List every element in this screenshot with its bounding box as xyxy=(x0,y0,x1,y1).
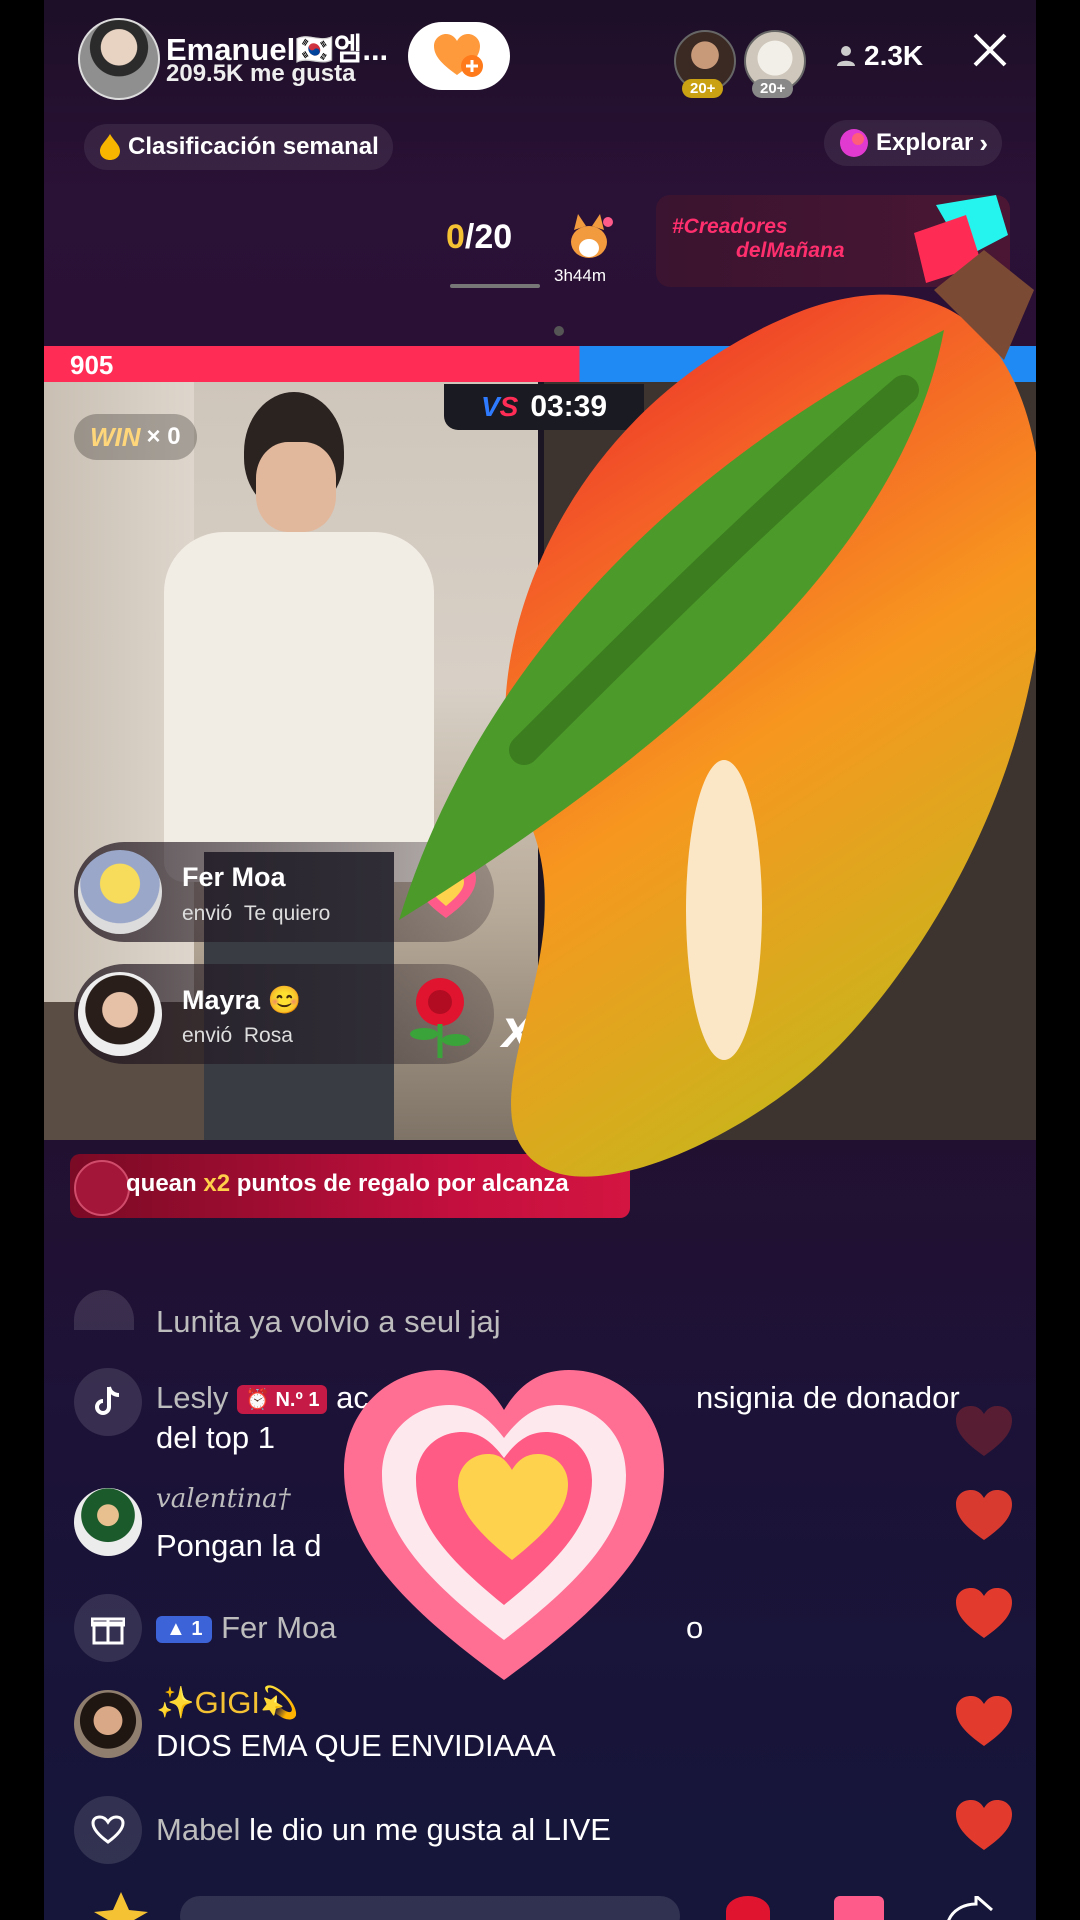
flame-icon xyxy=(100,134,120,160)
floating-heart-icon xyxy=(956,1800,1012,1850)
tiktok-icon[interactable] xyxy=(74,1368,142,1436)
gift-button[interactable] xyxy=(834,1896,884,1920)
battle-score-left: 905 xyxy=(70,350,114,380)
chat-message: Lunita ya volvio a seul jaj xyxy=(156,1304,501,1339)
host-avatar[interactable] xyxy=(78,18,160,100)
gift-description: envió Rosa xyxy=(182,1024,293,1047)
live-stage: Emanuel🇰🇷엠... 209.5K me gusta 20+ 20+ 2.… xyxy=(44,0,1036,1920)
chat-avatar[interactable] xyxy=(74,1290,134,1330)
viewer-badge: 20+ xyxy=(752,79,794,98)
mango-gift-animation xyxy=(399,250,1036,1177)
gift-box-icon[interactable] xyxy=(74,1594,142,1662)
heart-plus-icon xyxy=(434,34,483,77)
person-icon xyxy=(837,46,855,66)
follow-button[interactable] xyxy=(408,22,510,90)
chat-message: DIOS EMA QUE ENVIDIAAA xyxy=(156,1728,556,1763)
heart-outline-icon[interactable] xyxy=(74,1796,142,1864)
chat-avatar[interactable] xyxy=(74,1488,142,1556)
win-label: WIN xyxy=(90,421,141,452)
floating-heart-icon xyxy=(956,1696,1012,1746)
weekly-ranking-label: Clasificación semanal xyxy=(128,133,379,160)
close-icon[interactable] xyxy=(970,30,1010,70)
gift-sender-name: Fer Moa xyxy=(182,862,286,892)
gift-sender-avatar[interactable] xyxy=(78,972,162,1056)
chat-message-fragment: o xyxy=(686,1610,704,1645)
chat-avatar[interactable] xyxy=(74,1690,142,1758)
top-viewer-avatar[interactable]: 20+ xyxy=(674,30,736,98)
win-count: × 0 xyxy=(146,423,181,450)
explore-button[interactable]: Explorar › xyxy=(824,120,1003,166)
gift-description: envió Te quiero xyxy=(182,902,331,925)
top-donor-badge: ⏰ N.º 1 xyxy=(237,1385,328,1415)
host-likes: 209.5K me gusta xyxy=(166,60,356,87)
chat-username: valentina† xyxy=(156,1484,291,1514)
comment-input[interactable] xyxy=(180,1896,680,1920)
banner-avatar xyxy=(74,1160,130,1216)
chat-message-fragment: nsignia de donador xyxy=(696,1380,960,1415)
chat-message: Pongan la d xyxy=(156,1528,322,1563)
chat-message-line2: del top 1 xyxy=(156,1420,275,1455)
floating-heart-icon xyxy=(956,1406,1012,1456)
chat-username: ✨GIGI💫 xyxy=(156,1685,299,1720)
explore-label: Explorar xyxy=(876,129,974,156)
heart-gift-animation xyxy=(344,1370,664,1680)
viewer-count-value: 2.3K xyxy=(864,40,924,71)
floating-heart-icon xyxy=(956,1588,1012,1638)
viewer-badge: 20+ xyxy=(682,79,724,98)
floating-heart-icon xyxy=(956,1490,1012,1540)
win-streak: WIN × 0 xyxy=(74,414,197,460)
viewer-count[interactable]: 2.3K xyxy=(836,40,923,72)
level-badge: ▲ 1 xyxy=(156,1616,213,1644)
share-icon[interactable] xyxy=(944,1896,994,1920)
chat-message: ▲ 1 Fer Moa xyxy=(156,1610,337,1646)
top-viewer-avatar[interactable]: 20+ xyxy=(744,30,806,98)
chat-message: Mabel le dio un me gusta al LIVE xyxy=(156,1812,611,1847)
star-icon[interactable] xyxy=(86,1890,156,1920)
chevron-right-icon: › xyxy=(979,127,989,158)
weekly-ranking-button[interactable]: Clasificación semanal xyxy=(84,124,393,170)
gift-sender-avatar[interactable] xyxy=(78,850,162,934)
rose-icon[interactable] xyxy=(726,1896,770,1920)
gift-sender-name: Mayra 😊 xyxy=(182,985,302,1015)
explore-orb-icon xyxy=(840,129,868,157)
